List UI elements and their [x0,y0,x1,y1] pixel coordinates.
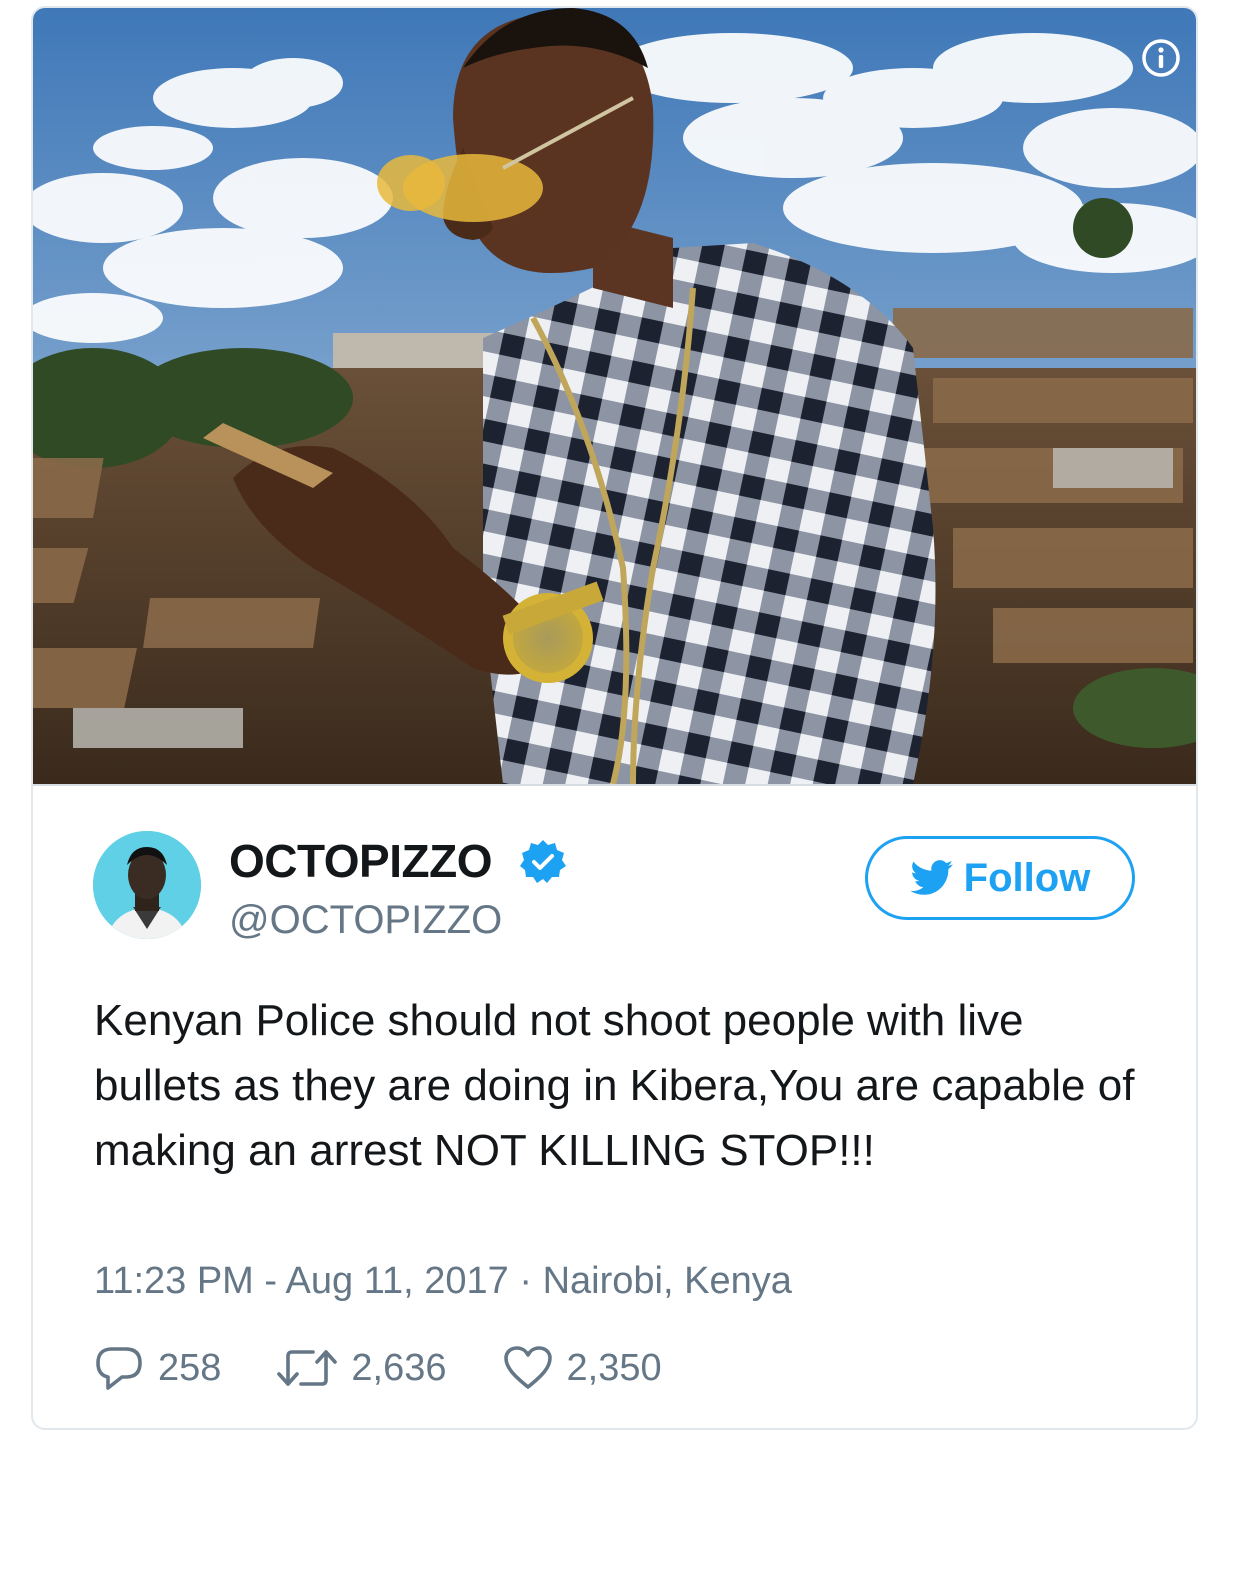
tweet-actions: 258 2,636 2,350 [94,1338,718,1398]
twitter-bird-icon [910,860,953,895]
reply-icon [96,1347,142,1390]
tweet-date[interactable]: Aug 11, 2017 [286,1260,509,1302]
tweet-time[interactable]: 11:23 PM [94,1260,254,1302]
info-icon[interactable] [1132,32,1172,72]
follow-label: Follow [963,856,1091,900]
reply-count: 258 [158,1347,222,1389]
display-name[interactable]: OCTOPIZZO [229,838,493,884]
photo-illustration [33,8,1196,784]
tweet-author: OCTOPIZZO @OCTOPIZZO Follow [33,786,1196,946]
verified-badge-icon [520,840,566,883]
heart-icon [503,1346,552,1389]
retweet-count: 2,636 [351,1347,447,1389]
tweet-metadata: 11:23 PM - Aug 11, 2017 · Nairobi, Kenya [94,1260,792,1302]
avatar-image [93,831,201,939]
tweet-location[interactable]: Nairobi, Kenya [543,1260,792,1302]
follow-button[interactable]: Follow [865,836,1135,920]
retweet-icon [277,1350,338,1386]
retweet-button[interactable]: 2,636 [277,1346,447,1390]
tweet-photo[interactable] [33,8,1196,786]
tweet-card: OCTOPIZZO @OCTOPIZZO Follow Kenyan Polic… [31,6,1198,1430]
like-count: 2,350 [566,1347,662,1389]
tweet-text: Kenyan Police should not shoot people wi… [94,996,1135,1175]
like-button[interactable]: 2,350 [503,1345,662,1391]
avatar[interactable] [93,831,201,939]
reply-button[interactable]: 258 [94,1345,221,1391]
author-handle[interactable]: @OCTOPIZZO [229,900,502,940]
